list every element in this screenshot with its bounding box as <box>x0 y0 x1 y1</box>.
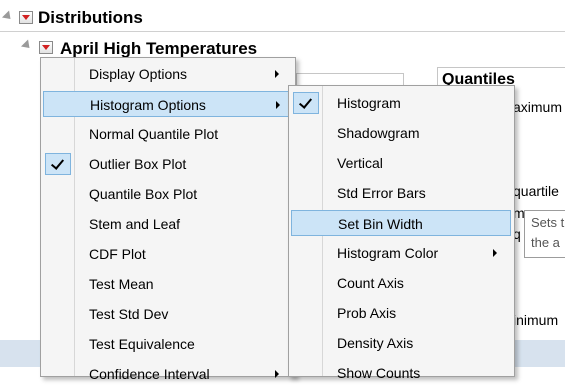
menu-item-histogram-color[interactable]: Histogram Color <box>291 240 511 266</box>
menu-item-test-std-dev[interactable]: Test Std Dev <box>43 301 293 327</box>
tooltip-line-1: Sets t <box>531 215 565 230</box>
menu-item-label: Histogram Color <box>337 245 439 261</box>
menu-item-set-bin-width[interactable]: Set Bin Width <box>291 210 511 236</box>
menu-item-histogram-options[interactable]: Histogram Options <box>43 91 293 117</box>
report-title: Distributions <box>38 8 143 27</box>
menu-item-shadowgram[interactable]: Shadowgram <box>291 120 511 146</box>
menu-item-std-error-bars[interactable]: Std Error Bars <box>291 180 511 206</box>
checkmark-icon <box>293 92 319 114</box>
menu-item-confidence-interval[interactable]: Confidence Interval <box>43 361 293 387</box>
sub-red-triangle-menu-icon[interactable] <box>39 41 53 54</box>
menu-item-label: CDF Plot <box>89 246 146 262</box>
histogram-options-submenu: Histogram Shadowgram Vertical Std Error Bar… <box>288 85 515 381</box>
checkmark-icon <box>45 153 71 175</box>
menu-item-cdf-plot[interactable]: CDF Plot <box>43 241 293 267</box>
menu-item-test-mean[interactable]: Test Mean <box>43 271 293 297</box>
menu-item-prob-axis[interactable]: Prob Axis <box>291 300 511 326</box>
tooltip: Sets t the a <box>524 210 565 258</box>
menu-item-label: Quantile Box Plot <box>89 186 198 202</box>
menu-item-label: Count Axis <box>337 275 404 291</box>
menu-item-density-axis[interactable]: Density Axis <box>291 330 511 356</box>
submenu-arrow-icon <box>493 249 497 257</box>
report-subtitle: April High Temperatures <box>60 39 258 58</box>
quantile-row-maximum: aximum <box>513 99 563 115</box>
menu-item-label: Shadowgram <box>337 125 420 141</box>
sub-outline-disclosure-icon[interactable] <box>20 39 34 52</box>
menu-item-label: Stem and Leaf <box>89 216 181 232</box>
submenu-arrow-icon <box>275 70 279 78</box>
menu-item-label: Test Mean <box>89 276 154 292</box>
tooltip-line-2: the a <box>531 235 560 250</box>
menu-item-label: Vertical <box>337 155 383 171</box>
menu-item-label: Prob Axis <box>337 305 397 321</box>
header-divider <box>0 31 565 32</box>
menu-item-histogram[interactable]: Histogram <box>291 90 511 116</box>
menu-item-outlier-box-plot[interactable]: Outlier Box Plot <box>43 151 293 177</box>
menu-item-label: Show Counts <box>337 365 421 381</box>
menu-item-label: Density Axis <box>337 335 414 351</box>
menu-item-display-options[interactable]: Display Options <box>43 61 293 87</box>
menu-item-label: Outlier Box Plot <box>89 156 187 172</box>
menu-item-label: Test Equivalence <box>89 336 195 352</box>
menu-item-label: Display Options <box>89 66 188 82</box>
menu-item-test-equivalence[interactable]: Test Equivalence <box>43 331 293 357</box>
menu-item-label: Std Error Bars <box>337 185 426 201</box>
menu-item-stem-and-leaf[interactable]: Stem and Leaf <box>43 211 293 237</box>
submenu-arrow-icon <box>275 370 279 378</box>
menu-item-vertical[interactable]: Vertical <box>291 150 511 176</box>
submenu-arrow-icon <box>276 101 280 109</box>
menu-item-normal-quantile-plot[interactable]: Normal Quantile Plot <box>43 121 293 147</box>
menu-item-show-counts[interactable]: Show Counts <box>291 360 511 386</box>
quantile-row-quartile: quartile <box>513 183 559 199</box>
quantile-row-minimum: inimum <box>513 312 559 328</box>
menu-item-label: Histogram Options <box>90 97 206 113</box>
outline-disclosure-icon[interactable] <box>1 10 15 23</box>
menu-item-label: Histogram <box>337 95 401 111</box>
menu-item-label: Set Bin Width <box>338 216 423 232</box>
menu-item-label: Confidence Interval <box>89 366 210 382</box>
menu-item-quantile-box-plot[interactable]: Quantile Box Plot <box>43 181 293 207</box>
red-triangle-menu-icon[interactable] <box>19 11 33 24</box>
menu-item-label: Test Std Dev <box>89 306 169 322</box>
menu-item-count-axis[interactable]: Count Axis <box>291 270 511 296</box>
menu-item-label: Normal Quantile Plot <box>89 126 219 142</box>
context-menu: Display Options Histogram Options Normal Q… <box>40 57 296 382</box>
